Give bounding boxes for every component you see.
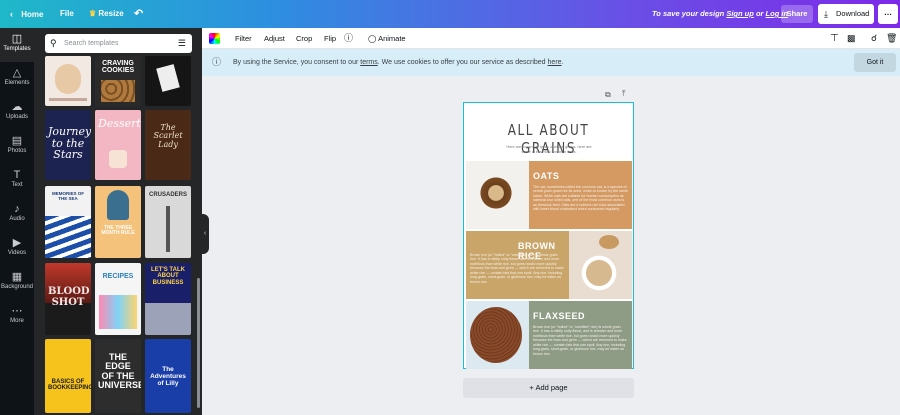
cookie-notice: ⓘ By using the Service, you consent to o… [202,49,900,76]
elements-icon: △ [12,67,22,79]
side-rail: ◫ Templates △ Elements ☁ Uploads ▤ Photos TT… [0,28,34,415]
transparency-icon[interactable]: ▩ [847,28,856,49]
sign-up-link[interactable]: Sign up [726,9,754,18]
panel-scrollbar[interactable] [197,278,200,408]
text-icon: T [13,169,21,181]
share-button[interactable]: Share [781,5,813,23]
terms-link[interactable]: terms [360,59,378,66]
paint-roller-icon[interactable]: ⊤ [830,28,839,49]
file-menu[interactable]: File [60,0,74,28]
section-brown-rice[interactable]: BROWN RICE Brown rice (or "hulled" or "u… [466,231,632,299]
chevron-left-icon: ‹ [10,9,13,19]
here-link[interactable]: here [548,59,562,66]
template-thumb[interactable]: THE THREE MONTH RULE [95,186,141,258]
rail-photos[interactable]: ▤ Photos [0,130,34,164]
section-oats[interactable]: OATS The oat, sometimes called the commo… [466,161,632,229]
rail-videos[interactable]: ▶ Videos [0,232,34,266]
download-icon: ⤓ [824,9,828,19]
uploads-icon: ☁ [11,101,23,113]
template-thumb[interactable]: BLOOD SHOT [45,263,91,335]
template-thumb[interactable]: BASICS OF BOOKKEEPING [45,339,91,413]
rice-photo [569,231,632,299]
design-page[interactable]: ALL ABOUT GRAINS Here are dozens of type… [463,102,634,369]
template-thumb[interactable]: RECIPES [95,263,141,335]
sword-graphic [166,206,170,252]
template-thumb[interactable]: The Adventures of Lilly [145,339,191,413]
more-options-button[interactable]: … [878,4,898,24]
photos-icon: ▤ [11,135,23,147]
notice-text: By using the Service, you consent to our… [233,59,564,66]
search-icon: ⚲ [50,38,57,48]
top-bar: ‹ Home File ♛ Resize ↶ To save your desi… [0,0,900,28]
design-subtitle[interactable]: Here are dozens of types of whole grains… [502,145,596,155]
editor-toolbar: Filter Adjust Crop Flip ⓘ ◯ Animate ⊤ ▩ … [202,28,900,49]
rail-uploads[interactable]: ☁ Uploads [0,96,34,130]
template-thumb[interactable]: CRAVING COOKIES [95,56,141,106]
audio-icon: ♪ [14,203,20,215]
add-page-button[interactable]: + Add page [463,378,634,398]
dessert-photo [109,150,127,168]
home-button[interactable]: ‹ Home [10,0,43,28]
resize-button[interactable]: ♛ Resize [89,0,124,28]
videos-icon: ▶ [12,237,22,249]
background-icon: ▦ [11,271,23,283]
flaxseed-photo [466,301,529,369]
template-thumb[interactable] [45,56,91,106]
duplicate-page-icon[interactable]: ⧉ [605,90,611,100]
rail-text[interactable]: T Text [0,164,34,198]
crop-button[interactable]: Crop [296,28,312,49]
portrait-photo [55,64,81,94]
animate-button[interactable]: ◯ Animate [368,28,406,49]
rail-audio[interactable]: ♪ Audio [0,198,34,232]
adjust-button[interactable]: Adjust [264,28,285,49]
crown-icon: ♛ [89,9,97,18]
add-page-icon[interactable]: ⤒ [622,89,626,99]
templates-icon: ◫ [11,33,23,45]
signup-message: To save your design Sign up or Log in [652,9,789,18]
rail-templates[interactable]: ◫ Templates [0,28,34,62]
template-thumb[interactable]: Journey to the Stars [45,110,91,180]
template-thumb[interactable]: LET'S TALK ABOUT BUSINESS [145,263,191,335]
rail-elements[interactable]: △ Elements [0,62,34,96]
flax-box: FLAXSEED Brown rice (or "hulled" or "unm… [529,301,632,369]
template-thumb[interactable]: MEMORIES OF THE SEA [45,186,91,258]
info-icon[interactable]: ⓘ [344,28,353,49]
template-thumb[interactable] [145,56,191,106]
more-icon: ⋯ [11,305,23,317]
filter-icon[interactable]: ☰ [178,34,186,53]
template-thumb[interactable]: Desserts [95,110,141,180]
rail-background[interactable]: ▦ Background [0,266,34,300]
collapse-panel-button[interactable]: ‹ [201,214,209,254]
oats-photo [466,161,529,229]
drinks-photo [99,295,137,329]
template-thumb[interactable]: THE EDGE OF THE UNIVERSE [95,339,141,413]
rice-box: BROWN RICE Brown rice (or "hulled" or "u… [466,231,569,299]
animate-icon: ◯ [368,34,377,43]
section-flaxseed[interactable]: FLAXSEED Brown rice (or "hulled" or "unm… [466,301,632,369]
filter-button[interactable]: Filter [235,28,252,49]
oats-box: OATS The oat, sometimes called the commo… [529,161,632,229]
lock-icon[interactable]: ☌ [871,28,877,49]
undo-icon[interactable]: ↶ [134,0,143,28]
illustration-face [107,190,129,220]
template-thumb[interactable]: CRUSADERS [145,186,191,258]
cookies-photo [101,80,135,102]
flip-button[interactable]: Flip [324,28,336,49]
search-input[interactable]: Search templates [64,34,118,53]
card-photo [156,64,180,92]
laptop-photo [145,303,191,335]
color-swatch-icon[interactable] [209,33,220,44]
template-thumb[interactable]: The Scarlet Lady [145,110,191,180]
info-icon: ⓘ [212,57,222,67]
got-it-button[interactable]: Got it [854,53,896,72]
templates-panel: ⚲ Search templates ☰ CRAVING COOKIES Jou… [34,28,202,415]
waves-graphic [45,216,91,258]
download-button[interactable]: ⤓ Download [818,4,874,24]
rail-more[interactable]: ⋯ More [0,300,34,334]
search-box[interactable]: ⚲ Search templates ☰ [45,34,192,53]
trash-icon[interactable]: 🗑 [886,28,897,49]
